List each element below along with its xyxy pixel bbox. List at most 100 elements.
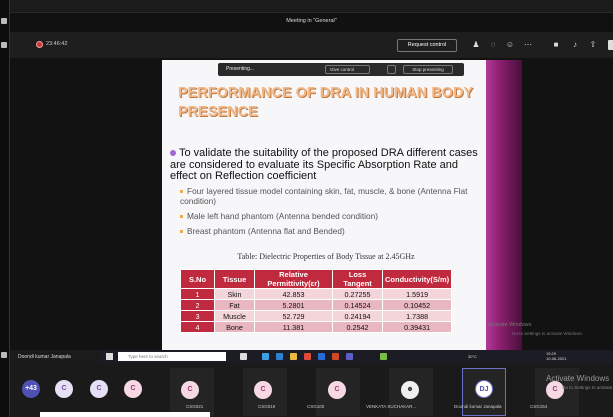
request-control-button[interactable]: Request control [397,39,457,52]
teams-icon[interactable] [346,353,353,360]
more-icon[interactable]: ⋯ [523,40,533,50]
sub-bullet-text: Male left hand phantom (Antenna bended c… [187,211,378,221]
participant-avatar[interactable]: C [124,380,142,398]
table-cell: 0.10452 [381,299,453,311]
sub-bullet: Breast phantom (Antenna flat and Bended) [180,226,480,236]
meeting-timer: 23:46:42 [46,41,68,47]
taskbar-search-input[interactable]: Type here to search [118,352,226,361]
app-icon[interactable] [1,18,7,24]
participant-photo: ☻ [401,381,419,399]
sub-bullet: Four layered tissue model containing ski… [180,186,480,206]
clock-date: 10-06-2021 [546,355,567,361]
table-cell: Fat [214,299,255,311]
table-cell: 1.7388 [381,310,453,322]
table-header: Loss Tangent [332,269,383,289]
presenter-name: Doondi kumar Janapala [18,354,71,360]
taskbar-clock[interactable]: 15:29 10-06-2021 [546,351,567,361]
recording-icon [36,41,43,48]
table-cell: Bone [214,321,255,333]
table-row: 2 Fat 5.2801 0.14524 0.10452 [180,299,453,311]
windows-start-icon[interactable] [106,353,113,360]
slide-decoration [486,60,522,350]
participant-name: CSG019 [258,404,276,409]
table-cell: 1.5919 [381,288,453,300]
participant-avatar: C [254,381,272,399]
chrome-icon[interactable] [304,353,311,360]
give-control-dropdown[interactable]: Give control [325,65,370,74]
participant-avatar: C [546,381,564,399]
participant-name: VENKATA SUCHAKAR... [366,404,417,409]
dielectric-table: S.No Tissue Relative Permittivity(εr) Lo… [180,269,453,333]
activate-windows-text: Activate Windows [546,374,610,383]
cortana-icon[interactable] [240,353,247,360]
table-cell: 0.14524 [332,299,383,311]
sub-bullet: Male left hand phantom (Antenna bended c… [180,211,480,221]
table-cell: 3 [180,310,215,322]
weather-tray[interactable]: 30°C [468,354,477,359]
overflow-participants-button[interactable]: +43 [22,380,40,398]
table-cell: 52.729 [254,310,333,322]
app-icon[interactable] [1,352,7,358]
slide-title: PERFORMANCE OF DRA IN HUMAN BODY PRESENC… [178,85,473,120]
people-icon[interactable]: ♟ [471,40,481,50]
sub-bullet-text: Breast phantom (Antenna flat and Bended) [187,226,345,236]
pin-icon[interactable] [387,65,396,74]
table-header-row: S.No Tissue Relative Permittivity(εr) Lo… [180,269,453,289]
bullet-icon [180,230,183,234]
edge-icon[interactable] [262,353,269,360]
app-icon[interactable] [380,353,387,360]
leave-button[interactable] [608,40,613,50]
participant-name: CSG100 [307,404,325,409]
app-icon[interactable] [1,42,7,48]
participant-name: CSG021 [186,404,204,409]
table-cell: 42.853 [254,288,333,300]
activate-watermark: Activate Windows [488,322,532,328]
meeting-controls-bar: 23:46:42 Request control ♟ ◌ ☺ ⋯ ■ ♪ ⇧ [10,32,613,58]
share-icon[interactable]: ⇧ [588,40,598,50]
table-cell: Muscle [214,310,255,322]
table-row: 4 Bone 11.381 0.2542 0.39431 [180,321,453,333]
word-icon[interactable] [318,353,325,360]
participant-avatar[interactable]: C [90,380,108,398]
table-cell: 1 [180,288,215,300]
table-caption: Table: Dielectric Properties of Body Tis… [237,252,415,261]
powerpoint-icon[interactable] [332,353,339,360]
stop-presenting-button[interactable]: Stop presenting [403,65,453,74]
participant-avatar: C [328,381,346,399]
mic-icon[interactable]: ♪ [570,40,580,50]
table-header: Tissue [214,269,255,289]
table-header: Relative Permittivity(εr) [254,269,333,289]
store-icon[interactable] [276,353,283,360]
table-cell: 0.24194 [332,310,383,322]
presenting-label: Presenting... [226,66,255,72]
table-cell: 5.2801 [254,299,333,311]
bullet-icon [180,190,183,194]
table-cell: 0.2542 [332,321,383,333]
table-cell: 2 [180,299,215,311]
table-header: S.No [180,269,215,289]
table-header: Conductivity(S/m) [381,269,453,289]
left-app-edge [0,0,10,417]
participant-avatar: C [181,381,199,399]
chat-icon[interactable]: ◌ [488,40,498,50]
bullet-icon [170,150,176,157]
sub-bullet-text: Four layered tissue model containing ski… [180,186,468,206]
participant-avatar[interactable]: C [55,380,73,398]
presenting-toolbar: Presenting... Give control Stop presenti… [218,63,464,76]
table-cell: 0.27255 [332,288,383,300]
main-bullet-text: To validate the suitability of the propo… [170,147,478,182]
teams-meeting-window: Meeting in "General" 23:46:42 Request co… [0,0,613,417]
table-row: 1 Skin 42.853 0.27255 1.5919 [180,288,453,300]
window-title: Meeting in "General" [286,18,337,24]
table-row: 3 Muscle 52.729 0.24194 1.7388 [180,310,453,322]
activate-watermark-sub: Go to Settings to activate Windows. [512,331,584,336]
reactions-icon[interactable]: ☺ [505,40,515,50]
camera-icon[interactable]: ■ [551,40,561,50]
title-bar: Meeting in "General" [10,12,613,32]
explorer-icon[interactable] [290,353,297,360]
main-bullet: To validate the suitability of the propo… [170,147,482,183]
participant-name: Doondi kumar Janapala [454,404,502,409]
table-cell: Skin [214,288,255,300]
table-cell: 4 [180,321,215,333]
table-cell: 11.381 [254,321,333,333]
